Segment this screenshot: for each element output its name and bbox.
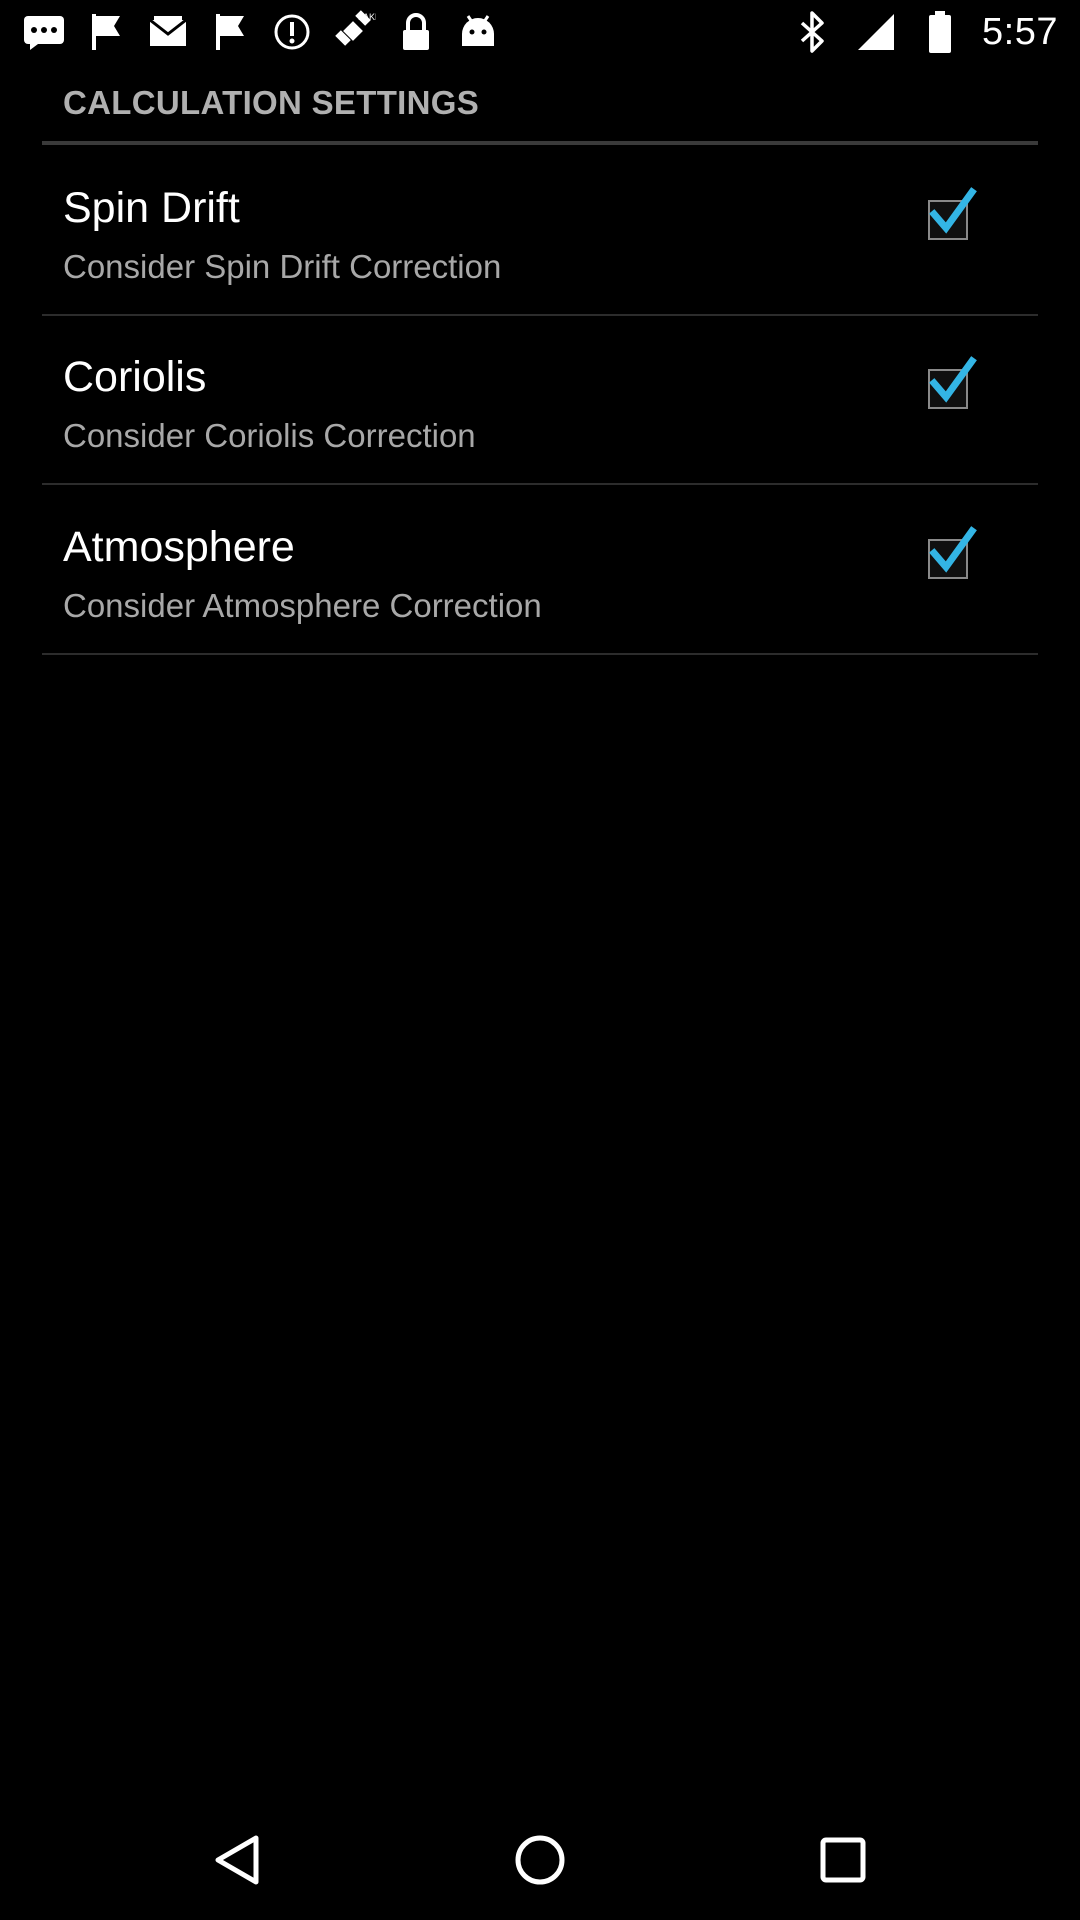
- row-divider: [42, 483, 1038, 485]
- row-divider: [42, 653, 1038, 655]
- row-divider: [42, 314, 1038, 316]
- pref-row-coriolis[interactable]: Coriolis Consider Coriolis Correction: [42, 317, 1038, 485]
- battery-icon: [918, 10, 962, 54]
- navigation-bar: [0, 1800, 1080, 1920]
- android-icon: [456, 10, 500, 54]
- spin-drift-checkbox[interactable]: [928, 187, 977, 240]
- atmosphere-checkbox[interactable]: [928, 526, 977, 579]
- status-bar: FAKE 5:57: [0, 0, 1080, 64]
- coriolis-checkbox[interactable]: [928, 356, 977, 409]
- home-icon: [515, 1835, 565, 1885]
- flag-icon: [208, 10, 252, 54]
- pref-summary: Consider Spin Drift Correction: [63, 248, 502, 285]
- pref-summary: Consider Atmosphere Correction: [63, 587, 542, 624]
- recents-button[interactable]: [811, 1828, 875, 1892]
- section-header: CALCULATION SETTINGS: [63, 84, 480, 121]
- pref-title: Spin Drift: [63, 184, 240, 232]
- fake-gps-icon: FAKE: [332, 10, 376, 54]
- pref-title: Atmosphere: [63, 523, 295, 571]
- messages-icon: [22, 10, 66, 54]
- settings-screen: FAKE 5:57 CALCULATION SETTINGS Spi: [0, 0, 1080, 1920]
- home-button[interactable]: [508, 1828, 572, 1892]
- checkmark-icon: [929, 356, 977, 403]
- clock-time: 5:57: [982, 10, 1058, 53]
- checkmark-icon: [929, 526, 977, 573]
- pref-title: Coriolis: [63, 353, 207, 401]
- lock-icon: [394, 10, 438, 54]
- header-divider: [42, 141, 1038, 145]
- svg-text:FAKE: FAKE: [358, 12, 376, 22]
- back-button[interactable]: [205, 1828, 269, 1892]
- signal-icon: [854, 10, 898, 54]
- pref-row-atmosphere[interactable]: Atmosphere Consider Atmosphere Correctio…: [42, 487, 1038, 655]
- back-icon: [215, 1835, 259, 1885]
- system-icons: 5:57: [790, 10, 1058, 54]
- email-icon: [146, 10, 190, 54]
- flag-icon: [84, 10, 128, 54]
- pref-row-spin-drift[interactable]: Spin Drift Consider Spin Drift Correctio…: [42, 148, 1038, 316]
- checkmark-icon: [929, 187, 977, 234]
- bluetooth-icon: [790, 10, 834, 54]
- recents-icon: [820, 1837, 866, 1883]
- pref-summary: Consider Coriolis Correction: [63, 417, 476, 454]
- notification-icons: FAKE: [22, 10, 500, 54]
- data-saver-icon: [270, 10, 314, 54]
